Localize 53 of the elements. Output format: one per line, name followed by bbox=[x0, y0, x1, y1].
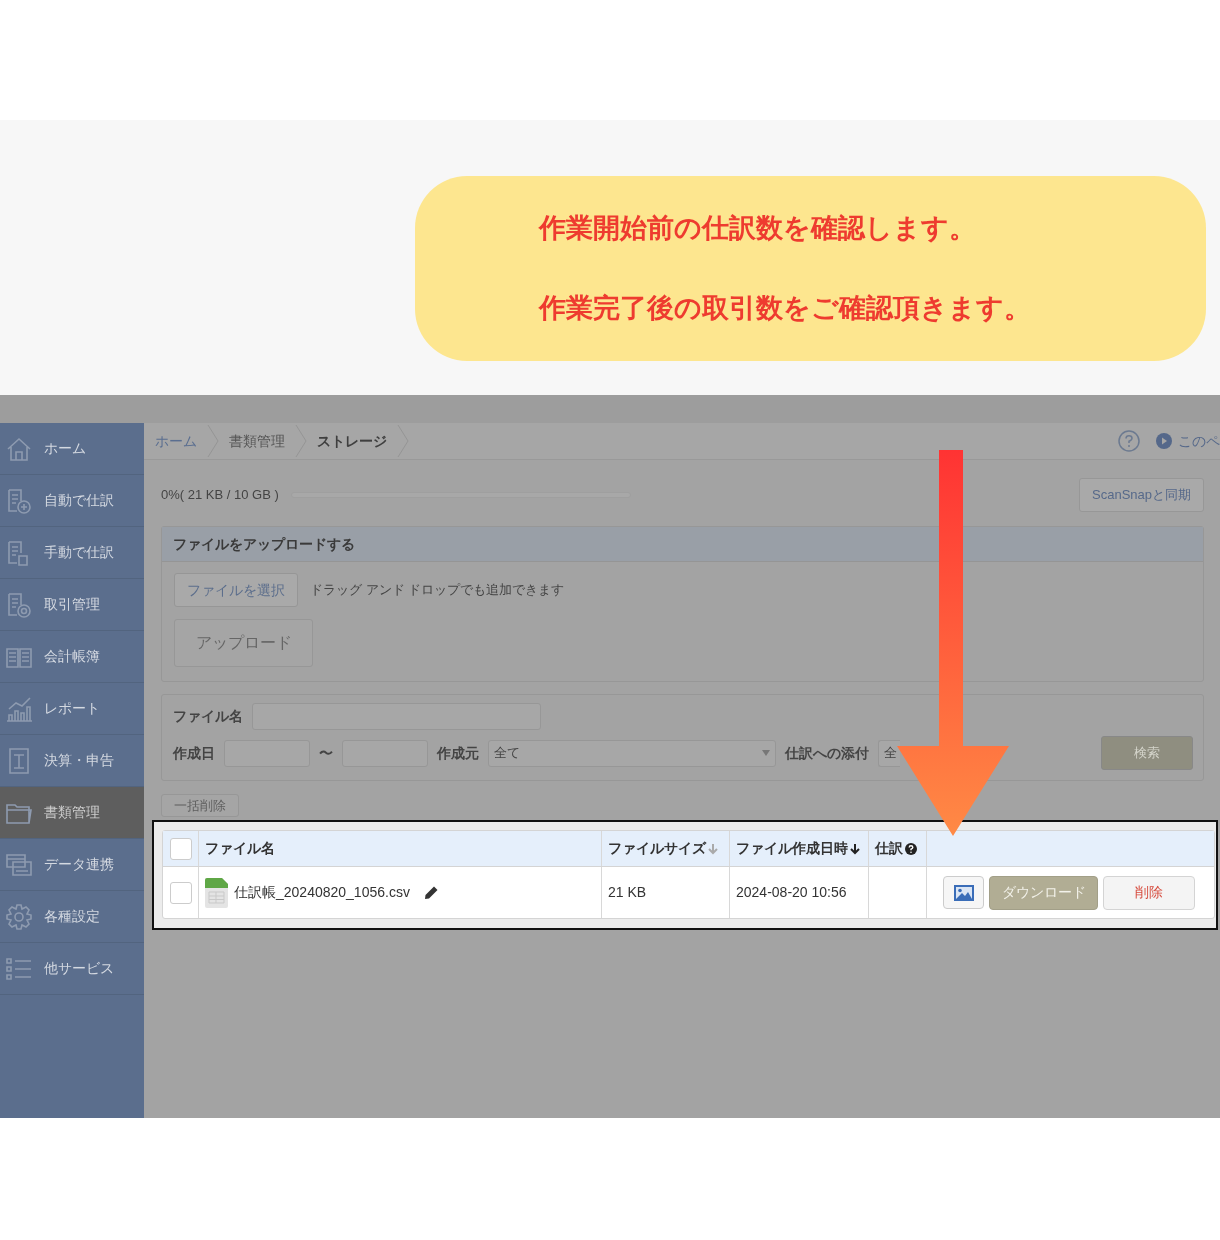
bar-chart-icon bbox=[5, 694, 33, 723]
field-label: ファイル名 bbox=[173, 707, 243, 726]
sidebar-item[interactable]: レポート bbox=[0, 683, 144, 735]
drop-hint-text: ドラッグ アンド ドロップでも追加できます bbox=[310, 581, 565, 600]
sidebar-item[interactable]: 書類管理 bbox=[0, 787, 144, 839]
preview-button[interactable] bbox=[943, 876, 984, 910]
settings-icon bbox=[5, 902, 33, 931]
download-button[interactable]: ダウンロード bbox=[989, 875, 1098, 910]
field-label: 仕訳への添付 bbox=[785, 743, 869, 763]
breadcrumb-link[interactable]: ホーム bbox=[155, 430, 197, 452]
spreadsheet-file-icon bbox=[205, 877, 228, 908]
pencil-icon[interactable] bbox=[423, 885, 439, 901]
breadcrumb-link[interactable]: 書類管理 bbox=[229, 430, 285, 452]
callout-text: 作業完了後の取引数をご確認頂きます。 bbox=[539, 292, 1032, 325]
sort-arrow-icon bbox=[850, 842, 860, 855]
play-icon bbox=[1156, 433, 1172, 449]
select-all-checkbox[interactable] bbox=[169, 837, 192, 860]
delete-button[interactable]: 削除 bbox=[1103, 875, 1195, 910]
sidebar-item[interactable]: 自動で仕訳 bbox=[0, 475, 144, 527]
search-button[interactable]: 検索 bbox=[1101, 736, 1193, 770]
row-checkbox[interactable] bbox=[169, 881, 192, 904]
help-icon[interactable] bbox=[1118, 430, 1140, 452]
panel-title: ファイルをアップロードする bbox=[173, 534, 355, 554]
sidebar-item[interactable]: 各種設定 bbox=[0, 891, 144, 943]
page-help-link[interactable]: このペ bbox=[1178, 430, 1220, 452]
column-header[interactable]: ファイルサイズ bbox=[608, 838, 706, 860]
range-separator: 〜 bbox=[319, 743, 333, 763]
attachment-select[interactable]: 全 bbox=[878, 739, 900, 767]
sidebar-item[interactable]: 取引管理 bbox=[0, 579, 144, 631]
table-cell-text: 2024-08-20 10:56 bbox=[736, 883, 847, 903]
storage-usage-text: 0%( 21 KB / 10 GB ) bbox=[161, 486, 279, 505]
sidebar-item[interactable]: 会計帳簿 bbox=[0, 631, 144, 683]
callout-text: 作業開始前の仕訳数を確認します。 bbox=[539, 212, 977, 245]
field-label: 作成元 bbox=[437, 743, 479, 763]
sidebar-item[interactable]: 他サービス bbox=[0, 943, 144, 995]
source-select[interactable]: 全て bbox=[488, 739, 776, 767]
help-icon bbox=[905, 842, 917, 855]
sort-arrow-icon bbox=[708, 842, 718, 855]
file-name-link[interactable]: 仕訳帳_20240820_1056.csv bbox=[234, 882, 410, 904]
dropdown-caret-icon bbox=[762, 750, 770, 756]
sidebar-item[interactable]: 手動で仕訳 bbox=[0, 527, 144, 579]
sync-button[interactable]: ScanSnapと同期 bbox=[1079, 478, 1204, 512]
document-plus-icon bbox=[5, 486, 33, 515]
breadcrumb-link[interactable]: ストレージ bbox=[317, 430, 387, 452]
table-cell-text: 21 KB bbox=[608, 883, 647, 903]
column-header: 仕訳 bbox=[875, 839, 903, 859]
file-select-button[interactable]: ファイルを選択 bbox=[174, 573, 298, 607]
column-header: ファイル名 bbox=[205, 839, 275, 859]
column-header[interactable]: ファイル作成日時 bbox=[736, 838, 848, 860]
field-label: 作成日 bbox=[173, 743, 215, 763]
sidebar-item[interactable]: データ連携 bbox=[0, 839, 144, 891]
image-icon bbox=[953, 884, 974, 901]
document-search-icon bbox=[5, 590, 33, 619]
